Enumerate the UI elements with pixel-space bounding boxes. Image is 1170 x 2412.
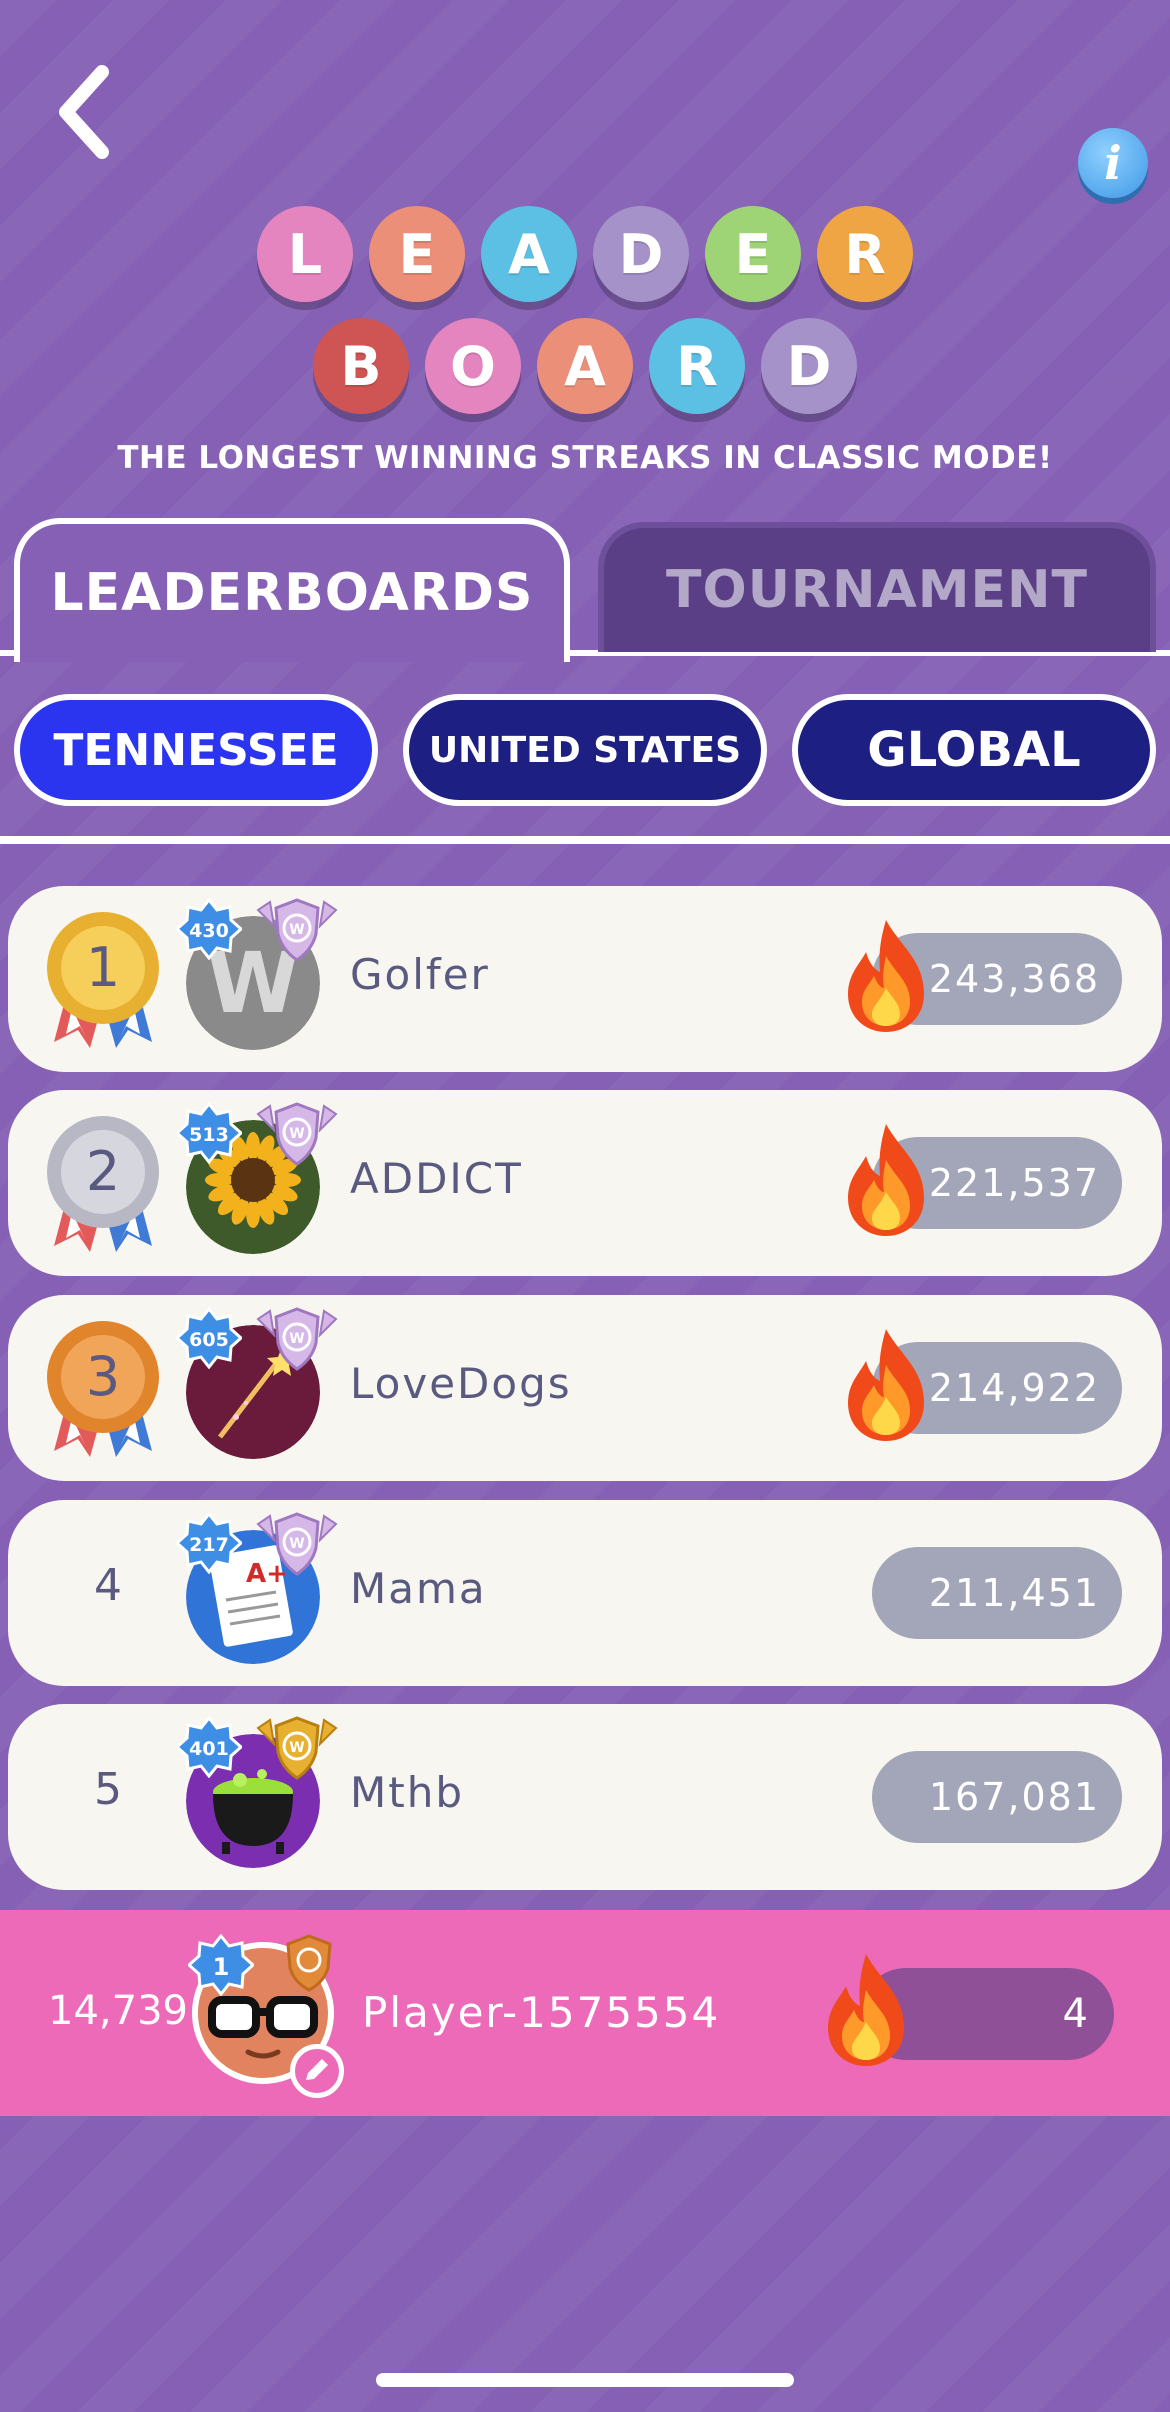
title-letter-tile: D [761, 318, 857, 414]
svg-text:W: W [289, 1536, 304, 1552]
level-badge-value: 605 [189, 1329, 229, 1351]
home-indicator [376, 2373, 794, 2387]
region-filter-group: TENNESSEE UNITED STATES GLOBAL [14, 694, 1156, 806]
svg-text:W: W [289, 1126, 304, 1142]
bronze-medal-icon: 3 [38, 1317, 168, 1457]
bronze-shield-icon [286, 1934, 332, 1992]
title-letter-tile: E [705, 206, 801, 302]
section-divider [0, 836, 1170, 844]
fire-icon [838, 1120, 934, 1240]
svg-text:W: W [289, 1331, 304, 1347]
medal-rank-number: 1 [86, 936, 120, 999]
leaderboard-row[interactable]: 2 513 W ADDICT 221,537 [8, 1090, 1162, 1276]
silver-medal-icon: 2 [38, 1112, 168, 1252]
level-badge-value: 1 [213, 1953, 230, 1981]
level-badge: 401 [174, 1715, 244, 1779]
filter-united-states-button[interactable]: UNITED STATES [403, 694, 767, 806]
leaderboard-row[interactable]: 3 605 W LoveDogs 214,922 [8, 1295, 1162, 1481]
level-badge-value: 513 [189, 1124, 229, 1146]
level-badge: 1 [188, 1934, 254, 1996]
title-letter-tile: R [649, 318, 745, 414]
streak-score: 167,081 [872, 1751, 1122, 1843]
tab-leaderboards[interactable]: LEADERBOARDS [14, 518, 570, 662]
level-badge: 605 [174, 1306, 244, 1370]
title-letter-tile: A [481, 206, 577, 302]
info-icon: i [1104, 136, 1122, 190]
purple-shield-icon: W [254, 896, 340, 966]
edit-profile-button[interactable] [290, 2044, 344, 2098]
player-name: ADDICT [350, 1154, 523, 1203]
purple-shield-icon: W [254, 1100, 340, 1170]
current-player-name: Player-1575554 [362, 1988, 721, 2037]
rank-number: 4 [94, 1560, 122, 1611]
purple-shield-icon: W [254, 1305, 340, 1375]
title-row-board: BOARD [0, 318, 1170, 414]
title-letter-tile: B [313, 318, 409, 414]
page-subtitle: THE LONGEST WINNING STREAKS IN CLASSIC M… [117, 440, 1053, 476]
title-letter-tile: O [425, 318, 521, 414]
fire-icon [838, 916, 934, 1036]
medal-rank-number: 2 [86, 1140, 120, 1203]
svg-text:W: W [289, 1740, 304, 1756]
rank-number: 5 [94, 1764, 122, 1815]
pencil-icon [306, 2059, 328, 2080]
streak-score: 211,451 [872, 1547, 1122, 1639]
player-name: Golfer [350, 950, 490, 999]
player-name: Mthb [350, 1768, 464, 1817]
current-player-rank: 14,739 [48, 1988, 188, 2034]
level-badge-value: 401 [189, 1738, 229, 1760]
title-row-leader: LEADER [0, 206, 1170, 302]
title-letter-tile: R [817, 206, 913, 302]
back-button[interactable] [50, 62, 120, 162]
player-name: LoveDogs [350, 1359, 572, 1408]
player-name: Mama [350, 1564, 487, 1613]
fire-icon [828, 1954, 904, 2066]
chevron-left-icon [59, 65, 109, 159]
gold-shield-icon: W [254, 1714, 340, 1784]
leaderboard-row[interactable]: 4 A+ 217 W Mama 211,451 [8, 1500, 1162, 1686]
filter-global-button[interactable]: GLOBAL [792, 694, 1156, 806]
level-badge: 513 [174, 1101, 244, 1165]
level-badge: 430 [174, 897, 244, 961]
level-badge-value: 217 [189, 1534, 229, 1556]
title-letter-tile: A [537, 318, 633, 414]
svg-text:W: W [289, 922, 304, 938]
medal-rank-number: 3 [86, 1345, 120, 1408]
gold-medal-icon: 1 [38, 908, 168, 1048]
filter-tennessee-button[interactable]: TENNESSEE [14, 694, 378, 806]
level-badge: 217 [174, 1511, 244, 1575]
purple-shield-icon: W [254, 1510, 340, 1580]
leaderboard-row[interactable]: 1 W 430 W Golfer 243,368 [8, 886, 1162, 1072]
leaderboard-row[interactable]: 5 401 W Mthb 167,081 [8, 1704, 1162, 1890]
tab-tournament[interactable]: TOURNAMENT [598, 522, 1156, 652]
current-player-bar[interactable]: 14,739 1 Player-1575554 4 [0, 1910, 1170, 2116]
fire-icon [838, 1325, 934, 1445]
title-letter-tile: L [257, 206, 353, 302]
title-letter-tile: E [369, 206, 465, 302]
level-badge-value: 430 [189, 920, 229, 942]
info-button[interactable]: i [1078, 128, 1148, 198]
title-letter-tile: D [593, 206, 689, 302]
